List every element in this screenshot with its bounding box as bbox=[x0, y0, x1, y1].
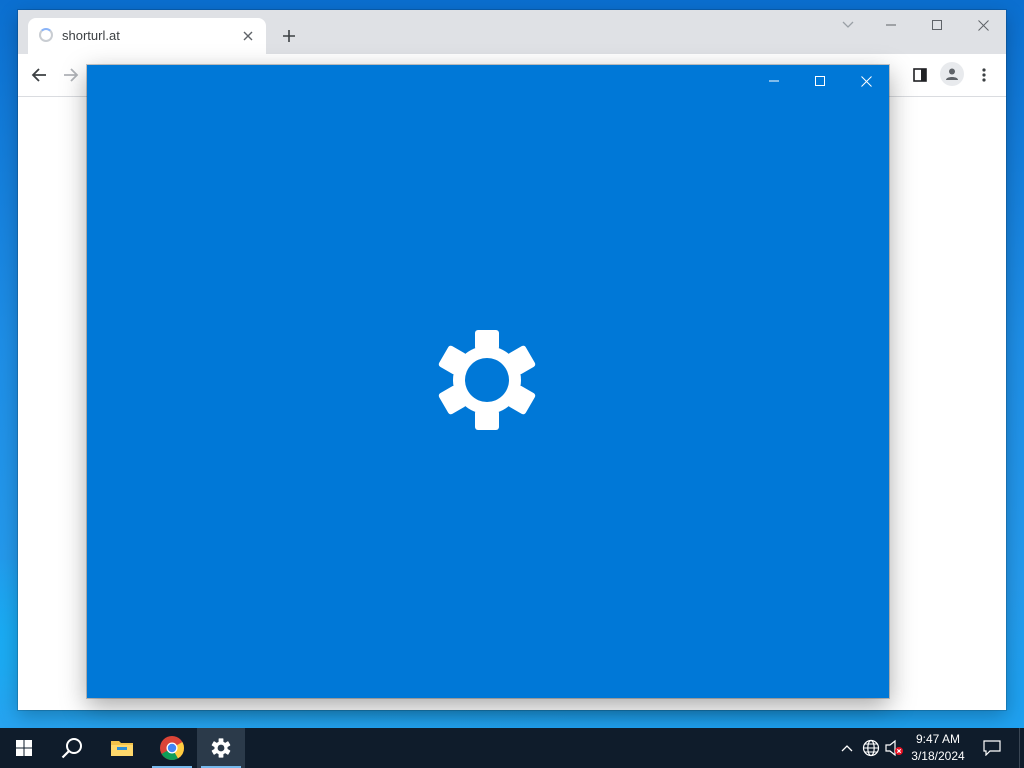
action-center-button[interactable] bbox=[978, 734, 1006, 762]
tab-title: shorturl.at bbox=[62, 28, 120, 43]
windows-start-icon bbox=[16, 740, 32, 756]
action-center-icon bbox=[983, 740, 1001, 756]
back-button[interactable] bbox=[26, 62, 52, 88]
settings-window-controls bbox=[751, 65, 889, 97]
arrow-right-icon bbox=[64, 68, 79, 82]
network-globe-icon bbox=[862, 739, 880, 757]
kebab-menu-icon bbox=[982, 68, 986, 82]
settings-icon bbox=[211, 738, 231, 758]
settings-close-button[interactable] bbox=[843, 65, 889, 97]
chevron-up-icon bbox=[841, 745, 853, 752]
plus-icon bbox=[283, 30, 295, 42]
chrome-icon bbox=[160, 736, 184, 761]
arrow-left-icon bbox=[31, 68, 46, 82]
file-explorer-button[interactable] bbox=[98, 728, 146, 768]
browser-close-button[interactable] bbox=[960, 10, 1006, 40]
forward-button[interactable] bbox=[58, 62, 84, 88]
taskbar: 9:47 AM 3/18/2024 bbox=[0, 728, 1024, 768]
loading-spinner-icon bbox=[39, 28, 53, 42]
clock-time: 9:47 AM bbox=[915, 732, 961, 746]
settings-taskbar-button[interactable] bbox=[197, 728, 245, 768]
browser-window-controls bbox=[828, 10, 1006, 40]
close-icon bbox=[977, 19, 989, 31]
close-icon bbox=[860, 75, 872, 87]
search-button[interactable] bbox=[48, 728, 96, 768]
side-panel-icon bbox=[913, 68, 927, 82]
browser-menu-button[interactable] bbox=[971, 62, 997, 88]
close-icon bbox=[243, 31, 253, 41]
browser-maximize-button[interactable] bbox=[914, 10, 960, 40]
search-icon bbox=[61, 738, 82, 759]
maximize-icon bbox=[932, 20, 942, 30]
gear-icon bbox=[438, 330, 536, 430]
side-panel-button[interactable] bbox=[907, 62, 933, 88]
file-explorer-icon bbox=[111, 741, 133, 756]
chevron-down-icon bbox=[842, 21, 854, 28]
volume-button[interactable] bbox=[885, 738, 905, 758]
new-tab-button[interactable] bbox=[276, 23, 302, 49]
tab-search-button[interactable] bbox=[828, 10, 868, 40]
tab-strip: shorturl.at bbox=[18, 10, 1006, 54]
start-button[interactable] bbox=[0, 728, 48, 768]
show-hidden-icons-button[interactable] bbox=[837, 738, 857, 758]
settings-maximize-button[interactable] bbox=[797, 65, 843, 97]
browser-tab[interactable]: shorturl.at bbox=[28, 18, 266, 54]
minimize-icon bbox=[886, 24, 896, 26]
volume-muted-icon bbox=[885, 739, 903, 757]
clock-date: 3/18/2024 bbox=[911, 749, 965, 763]
show-desktop-button[interactable] bbox=[1019, 728, 1024, 768]
taskbar-clock[interactable]: 9:47 AM 3/18/2024 bbox=[906, 731, 970, 765]
desktop: shorturl.at bbox=[0, 0, 1024, 728]
minimize-icon bbox=[769, 80, 779, 82]
maximize-icon bbox=[815, 76, 825, 86]
settings-app-window[interactable] bbox=[87, 65, 889, 698]
person-icon bbox=[946, 68, 958, 80]
settings-minimize-button[interactable] bbox=[751, 65, 797, 97]
tab-close-button[interactable] bbox=[238, 26, 258, 46]
network-button[interactable] bbox=[861, 738, 881, 758]
chrome-button[interactable] bbox=[148, 728, 196, 768]
profile-button[interactable] bbox=[940, 62, 964, 86]
browser-minimize-button[interactable] bbox=[868, 10, 914, 40]
